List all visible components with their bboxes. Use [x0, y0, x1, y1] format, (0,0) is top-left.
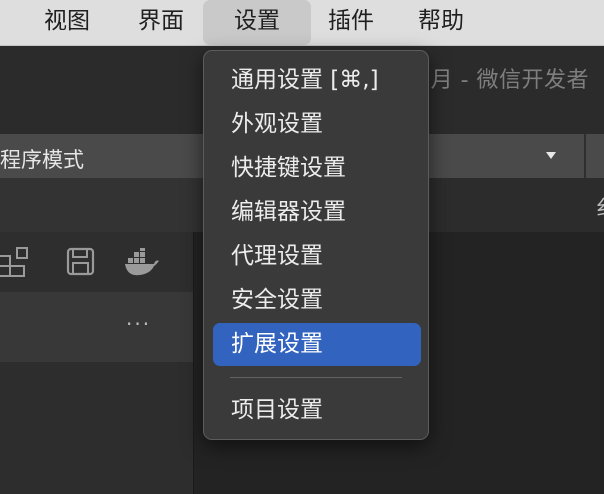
menu-item-general-settings[interactable]: 通用设置 [⌘,]: [213, 59, 421, 102]
menu-item-proxy-settings[interactable]: 代理设置: [213, 235, 421, 278]
sidebar-header: [0, 292, 193, 362]
menu-plugins[interactable]: 插件: [310, 0, 392, 46]
layout-icon[interactable]: [0, 246, 32, 284]
menu-item-project-settings[interactable]: 项目设置: [213, 389, 421, 432]
menu-help[interactable]: 帮助: [400, 0, 482, 46]
mode-select-label: 程序模式: [0, 148, 84, 172]
more-options-button[interactable]: ···: [126, 312, 151, 336]
menu-separator: [230, 377, 402, 378]
file-tree: [0, 362, 193, 494]
docker-icon[interactable]: [124, 246, 160, 282]
window-title: j月 - 微信开发者: [424, 68, 590, 93]
menu-item-appearance-settings[interactable]: 外观设置: [213, 103, 421, 146]
app-window: 视图 界面 设置 插件 帮助 j月 - 微信开发者 程序模式 纟: [0, 0, 604, 494]
editor-tab-label[interactable]: 纟: [596, 192, 604, 222]
toolbar-divider: [584, 134, 586, 178]
menu-item-security-settings[interactable]: 安全设置: [213, 279, 421, 322]
menu-item-extension-settings[interactable]: 扩展设置: [213, 323, 421, 366]
editor-tab-strip: [430, 178, 604, 232]
menu-bar: 视图 界面 设置 插件 帮助: [0, 0, 604, 46]
menu-item-shortcut-settings[interactable]: 快捷键设置: [213, 147, 421, 190]
dropdown-caret-icon[interactable]: [546, 152, 556, 159]
save-icon[interactable]: [66, 246, 96, 282]
settings-menu: 通用设置 [⌘,] 外观设置 快捷键设置 编辑器设置 代理设置 安全设置 扩展设…: [203, 50, 429, 440]
menu-view[interactable]: 视图: [26, 0, 108, 46]
menu-interface[interactable]: 界面: [120, 0, 202, 46]
menu-settings[interactable]: 设置: [203, 0, 311, 45]
menu-item-editor-settings[interactable]: 编辑器设置: [213, 191, 421, 234]
